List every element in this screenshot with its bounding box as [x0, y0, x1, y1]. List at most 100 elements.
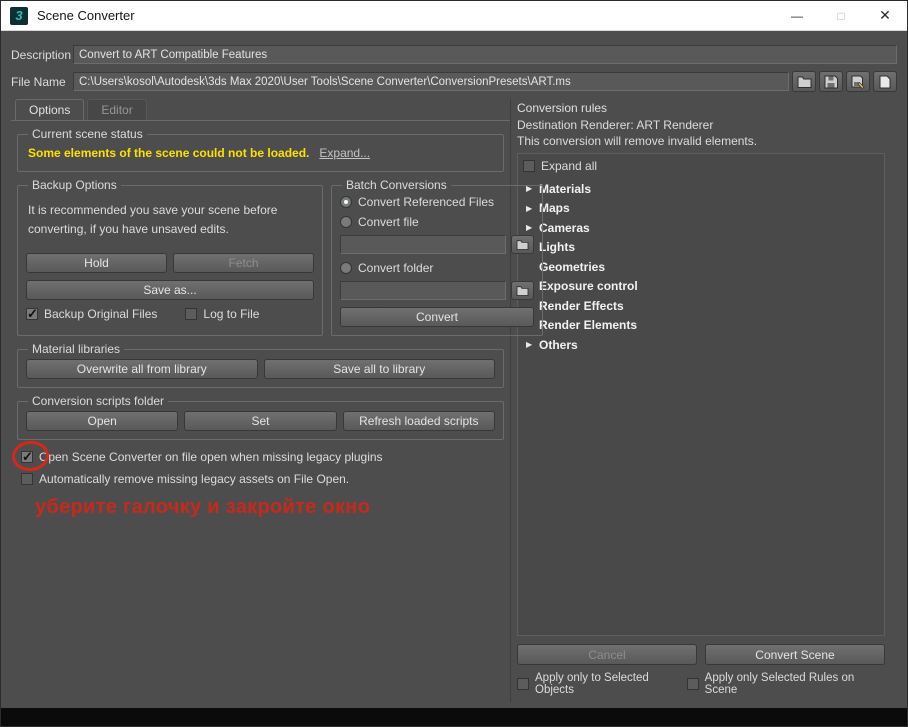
log-to-file-option[interactable]: Log to File	[185, 307, 259, 321]
backup-checkbox-row: Backup Original Files Log to File	[26, 306, 314, 322]
save-preset-button[interactable]	[819, 71, 843, 92]
main-split: Options Editor Current scene status Some…	[10, 99, 897, 702]
description-input[interactable]	[73, 45, 897, 64]
current-scene-status-group: Current scene status Some elements of th…	[17, 127, 504, 172]
tree-item-maps[interactable]: ▶ Maps	[521, 199, 884, 219]
tab-bar: Options Editor	[11, 99, 510, 120]
tree-item-label: Others	[539, 337, 578, 352]
new-preset-button[interactable]	[873, 71, 897, 92]
apply-only-selected-objects-option[interactable]: Apply only to Selected Objects	[517, 672, 687, 696]
tree-item-cameras[interactable]: ▶ Cameras	[521, 218, 884, 238]
file-name-label: File Name	[11, 74, 66, 89]
tree-item-others[interactable]: ▶ Others	[521, 335, 884, 355]
convert-folder-label: Convert folder	[358, 261, 434, 275]
backup-original-files-option[interactable]: Backup Original Files	[26, 306, 157, 322]
convert-file-radio[interactable]	[340, 216, 352, 228]
browse-folder-button[interactable]	[511, 281, 534, 300]
auto-remove-legacy-option[interactable]: Automatically remove missing legacy asse…	[21, 472, 506, 486]
tree-item-label: Exposure control	[539, 279, 638, 294]
current-scene-status-title: Current scene status	[32, 127, 143, 141]
apply-only-selected-rules-option[interactable]: Apply only Selected Rules on Scene	[686, 672, 885, 696]
tree-item-exposure-control[interactable]: ▶ Exposure control	[521, 277, 884, 297]
conversion-note-text: This conversion will remove invalid elem…	[517, 134, 758, 148]
footer-options: Open Scene Converter on file open when m…	[10, 439, 506, 486]
open-preset-button[interactable]	[792, 71, 816, 92]
tree-item-label: Lights	[539, 240, 575, 255]
browse-file-button[interactable]	[511, 235, 534, 254]
open-on-missing-plugins-label: Open Scene Converter on file open when m…	[39, 450, 383, 464]
window-bottom-strip	[1, 708, 907, 726]
batch-conversions-title: Batch Conversions	[346, 178, 447, 192]
apply-only-selected-rules-checkbox[interactable]	[686, 678, 699, 690]
convert-folder-radio[interactable]	[340, 262, 352, 274]
file-name-input[interactable]	[73, 72, 789, 91]
expand-all-option[interactable]: Expand all	[521, 157, 884, 179]
convert-scene-button[interactable]: Convert Scene	[705, 644, 885, 665]
file-name-row: File Name	[11, 71, 897, 92]
convert-folder-option[interactable]: Convert folder	[340, 261, 534, 275]
tree-item-lights[interactable]: ▶ Lights	[521, 238, 884, 258]
tree-item-geometries[interactable]: Geometries	[521, 257, 884, 277]
options-tab-page: Current scene status Some elements of th…	[10, 120, 543, 702]
titlebar[interactable]: 3 Scene Converter — □ ✕	[1, 1, 907, 31]
apply-only-selected-rules-label: Apply only Selected Rules on Scene	[704, 672, 855, 696]
save-as-button[interactable]: Save as...	[26, 280, 314, 301]
expand-arrow-icon[interactable]: ▶	[526, 340, 539, 349]
conversion-scripts-folder-group: Conversion scripts folder Open Set Refre…	[17, 394, 504, 440]
backup-batch-row: Backup Options It is recommended you sav…	[17, 178, 543, 336]
annotation-circle	[10, 439, 51, 473]
folder-open-icon	[797, 76, 811, 88]
backup-options-title: Backup Options	[32, 178, 117, 192]
convert-referenced-option[interactable]: Convert Referenced Files	[340, 195, 534, 209]
hold-button[interactable]: Hold	[26, 253, 167, 274]
apply-only-selected-objects-checkbox[interactable]	[517, 678, 529, 690]
save-preset-as-button[interactable]	[846, 71, 870, 92]
convert-file-option[interactable]: Convert file	[340, 215, 534, 229]
overwrite-all-from-library-button[interactable]: Overwrite all from library	[26, 359, 258, 379]
expand-all-label: Expand all	[541, 159, 598, 173]
maximize-button[interactable]: □	[819, 1, 863, 30]
cancel-button[interactable]: Cancel	[517, 644, 697, 665]
tree-item-render-elements[interactable]: Render Elements	[521, 316, 884, 336]
rules-footer-checks: Apply only to Selected Objects Apply onl…	[517, 672, 885, 696]
backup-options-group: Backup Options It is recommended you sav…	[17, 178, 323, 336]
convert-file-label: Convert file	[358, 215, 419, 229]
log-to-file-label: Log to File	[203, 307, 260, 322]
convert-button[interactable]: Convert	[340, 307, 534, 327]
fetch-button[interactable]: Fetch	[173, 253, 314, 274]
set-scripts-folder-button[interactable]: Set	[184, 411, 337, 431]
destination-renderer-text: Destination Renderer: ART Renderer	[517, 118, 714, 132]
tab-options[interactable]: Options	[15, 99, 85, 120]
conversion-rules-pane: Conversion rules Destination Renderer: A…	[511, 99, 897, 702]
folder-icon	[516, 286, 529, 296]
tree-item-label: Render Effects	[539, 298, 624, 313]
tab-editor[interactable]: Editor	[87, 99, 147, 120]
scene-converter-window: 3 Scene Converter — □ ✕ Description File…	[0, 0, 908, 727]
refresh-loaded-scripts-button[interactable]: Refresh loaded scripts	[342, 411, 495, 431]
annotation-text: уберите галочку и закройте окно	[35, 496, 371, 518]
tree-item-label: Materials	[539, 181, 592, 196]
tree-item-label: Geometries	[539, 259, 606, 274]
window-title: Scene Converter	[37, 8, 135, 23]
expand-all-checkbox[interactable]	[523, 160, 535, 172]
left-pane: Options Editor Current scene status Some…	[10, 99, 543, 702]
open-scripts-folder-button[interactable]: Open	[26, 411, 179, 431]
convert-file-path-input[interactable]	[340, 235, 506, 254]
save-all-to-library-button[interactable]: Save all to library	[263, 359, 495, 379]
auto-remove-legacy-checkbox[interactable]	[21, 473, 33, 485]
backup-original-files-checkbox[interactable]	[26, 306, 38, 322]
auto-remove-legacy-label: Automatically remove missing legacy asse…	[39, 472, 350, 486]
tree-item-render-effects[interactable]: Render Effects	[521, 296, 884, 316]
tree-item-materials[interactable]: ▶ Materials	[521, 179, 884, 199]
document-icon	[879, 75, 891, 88]
minimize-button[interactable]: —	[775, 1, 819, 30]
window-controls: — □ ✕	[775, 1, 907, 30]
convert-folder-path-input[interactable]	[340, 281, 506, 300]
close-button[interactable]: ✕	[863, 1, 907, 30]
log-to-file-checkbox[interactable]	[185, 308, 198, 321]
expand-link[interactable]: Expand...	[319, 146, 370, 160]
open-on-missing-plugins-option[interactable]: Open Scene Converter on file open when m…	[10, 439, 506, 473]
convert-referenced-radio[interactable]	[340, 196, 352, 208]
material-libraries-group: Material libraries Overwrite all from li…	[17, 342, 504, 388]
rules-tree[interactable]: Expand all ▶ Materials ▶ Maps ▶ Cameras	[517, 153, 885, 636]
